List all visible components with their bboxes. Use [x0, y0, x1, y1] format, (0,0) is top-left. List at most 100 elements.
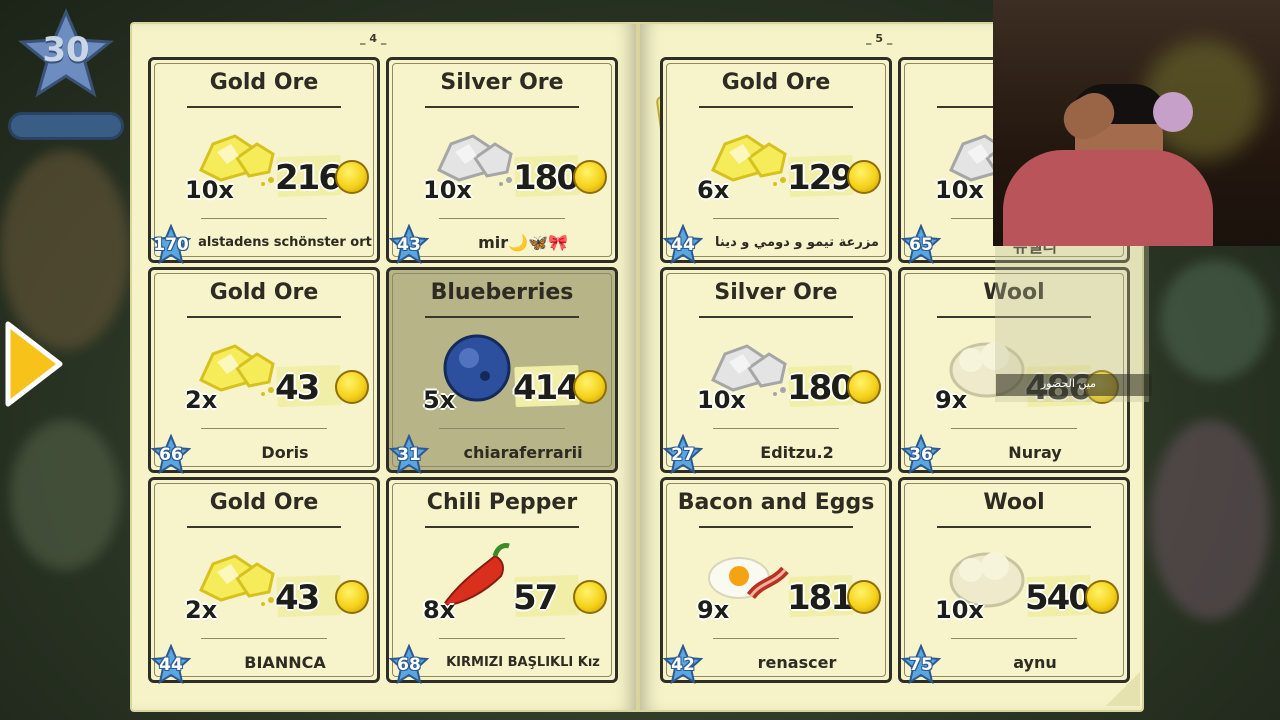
item-price: 43 — [275, 578, 320, 618]
divider — [201, 638, 327, 639]
item-title: Gold Ore — [721, 70, 831, 95]
divider — [439, 428, 565, 429]
page-number: _ 4 _ — [360, 32, 387, 45]
item-quantity: 8x — [423, 596, 456, 624]
seller-name: chiaraferrarii — [463, 443, 583, 462]
listing-card[interactable]: Gold Ore 6x 129 44 مزرعة تيمو و دومي و د… — [660, 57, 892, 265]
seller-level-badge: 42 — [662, 643, 704, 685]
divider — [425, 526, 579, 528]
divider — [439, 218, 565, 219]
item-price: 540 — [1025, 578, 1092, 618]
page-number: _ 5 _ — [866, 32, 893, 45]
item-price: 129 — [787, 158, 854, 198]
item-title: Silver Ore — [440, 70, 564, 95]
listing-card[interactable]: Silver Ore 10x 180 27 Editzu.2 — [660, 267, 892, 475]
divider — [699, 106, 853, 108]
divider — [187, 316, 341, 318]
seller-level-badge: 66 — [150, 433, 192, 475]
item-price: 414 — [513, 368, 580, 408]
coin-icon — [573, 160, 607, 194]
seller-level-badge: 27 — [662, 433, 704, 475]
item-title: Wool — [983, 490, 1045, 515]
divider — [425, 106, 579, 108]
player-level: 30 — [42, 30, 90, 70]
coin-icon — [847, 580, 881, 614]
item-quantity: 10x — [935, 176, 984, 204]
item-price: 180 — [787, 368, 854, 408]
seller-name: Doris — [261, 443, 309, 462]
coin-icon — [335, 160, 369, 194]
item-quantity: 10x — [935, 596, 984, 624]
seller-level: 65 — [909, 235, 933, 255]
seller-level: 75 — [909, 655, 933, 675]
item-title: Gold Ore — [209, 280, 319, 305]
seller-level: 43 — [397, 235, 421, 255]
divider — [699, 526, 853, 528]
seller-level-badge: 31 — [388, 433, 430, 475]
item-quantity: 9x — [697, 596, 730, 624]
seller-name: mir🌙🦋🎀 — [478, 233, 568, 252]
seller-level: 44 — [671, 235, 695, 255]
item-title: Blueberries — [430, 280, 574, 305]
seller-level-badge: 44 — [150, 643, 192, 685]
xp-progress-bar — [8, 112, 124, 140]
seller-level: 66 — [159, 445, 183, 465]
listing-card[interactable]: Gold Ore 10x 216 170 alstadens schönster… — [148, 57, 380, 265]
level-star-badge: 30 — [18, 8, 114, 98]
divider — [201, 428, 327, 429]
divider — [713, 638, 839, 639]
item-quantity: 5x — [423, 386, 456, 414]
background-farm-scene — [10, 420, 120, 570]
seller-name: Editzu.2 — [760, 443, 834, 462]
streamer-shirt — [1003, 150, 1213, 246]
coin-icon — [335, 580, 369, 614]
divider — [951, 428, 1077, 429]
item-quantity: 10x — [185, 176, 234, 204]
listing-card[interactable]: Gold Ore 2x 43 44 BIANNCA — [148, 477, 380, 685]
seller-level: 27 — [671, 445, 695, 465]
seller-level-badge: 44 — [662, 223, 704, 265]
listing-card[interactable]: Chili Pepper 8x 57 68 KIRMIZI BAŞLIKLI K… — [386, 477, 618, 685]
item-quantity: 2x — [185, 596, 218, 624]
seller-level: 68 — [397, 655, 421, 675]
streamer-webcam — [993, 0, 1280, 246]
divider — [951, 638, 1077, 639]
seller-name: renascer — [757, 653, 837, 672]
seller-name: BIANNCA — [244, 653, 326, 672]
seller-level-badge: 65 — [900, 223, 942, 265]
item-quantity: 6x — [697, 176, 730, 204]
seller-level-badge: 36 — [900, 433, 942, 475]
item-quantity: 9x — [935, 386, 968, 414]
item-title: Silver Ore — [714, 280, 838, 305]
arrow-right-icon — [5, 321, 63, 407]
listing-card[interactable]: Silver Ore 10x 180 43 mir🌙🦋🎀 — [386, 57, 618, 265]
divider — [439, 638, 565, 639]
seller-name: مزرعة تيمو و دومي و دينا — [715, 235, 879, 250]
coin-icon — [847, 370, 881, 404]
item-title: Chili Pepper — [426, 490, 578, 515]
item-quantity: 2x — [185, 386, 218, 414]
coin-icon — [335, 370, 369, 404]
listing-card[interactable]: Blueberries 5x 414 31 chiaraferrarii — [386, 267, 618, 475]
item-price: 216 — [275, 158, 342, 198]
listing-card[interactable]: Wool 10x 540 75 aynu — [898, 477, 1130, 685]
listing-card[interactable]: Gold Ore 2x 43 66 Doris — [148, 267, 380, 475]
seller-name: KIRMIZI BAŞLIKLI Kız — [446, 655, 600, 670]
seller-level-badge: 43 — [388, 223, 430, 265]
seller-name: alstadens schönster ort — [198, 235, 372, 250]
item-price: 180 — [513, 158, 580, 198]
divider — [425, 316, 579, 318]
seller-level: 31 — [397, 445, 421, 465]
seller-level-badge: 170 — [150, 223, 192, 265]
item-price: 57 — [513, 578, 558, 618]
seller-level: 36 — [909, 445, 933, 465]
background-farm-scene — [1150, 420, 1270, 620]
seller-level-badge: 75 — [900, 643, 942, 685]
listing-card[interactable]: Bacon and Eggs 9x 1814 42 renascer — [660, 477, 892, 685]
seller-name: aynu — [1013, 653, 1057, 672]
divider — [937, 526, 1091, 528]
item-quantity: 10x — [423, 176, 472, 204]
divider — [713, 218, 839, 219]
divider — [201, 218, 327, 219]
next-page-arrow-button[interactable] — [2, 318, 64, 410]
